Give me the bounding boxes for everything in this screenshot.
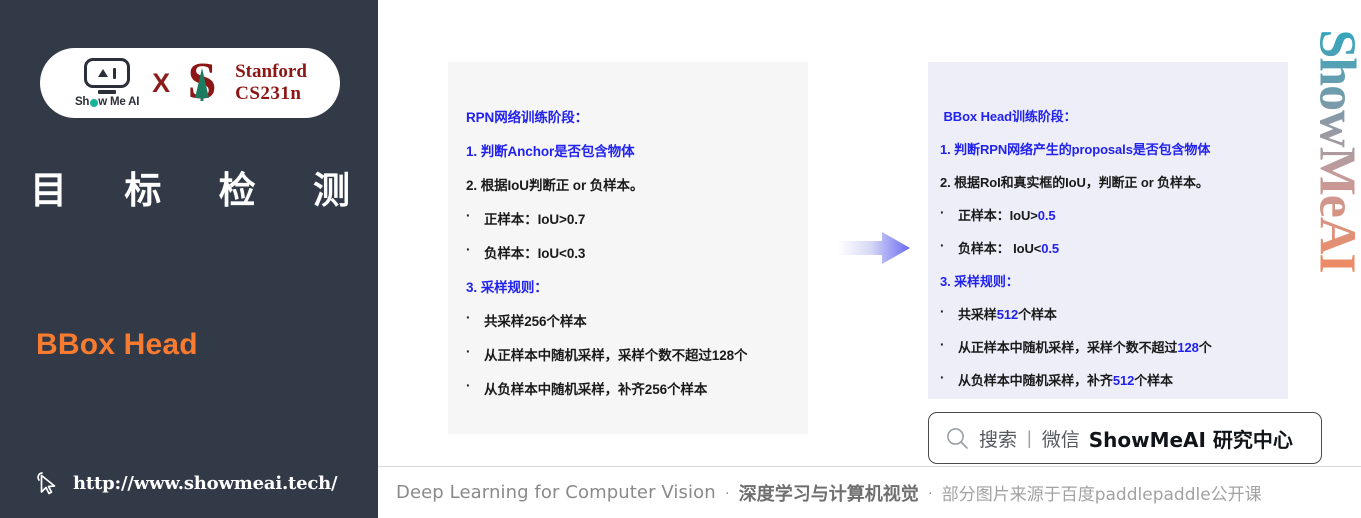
bbox-item-5: 3. 采样规则： bbox=[940, 271, 1278, 290]
search-separator: | bbox=[1027, 427, 1032, 448]
website-url-text: http://www.showmeai.tech/ bbox=[73, 472, 338, 494]
stanford-tree-icon: S bbox=[187, 53, 217, 110]
slide-root: Sh w Me AI X S Stanford CS231n 目 标 检 测 B… bbox=[0, 0, 1361, 518]
page-title: 目 标 检 测 bbox=[30, 160, 350, 214]
bbox-item-8: · 从负样本中随机采样，补齐512个样本 bbox=[940, 370, 1278, 389]
footer-course-cn: 深度学习与计算机视觉 bbox=[738, 483, 919, 505]
bbox-item-6-text: 共采样 bbox=[958, 307, 997, 322]
footer-source-note: 部分图片来源于百度paddlepaddle公开课 bbox=[941, 485, 1262, 505]
showmeai-logo: Sh w Me AI bbox=[73, 58, 141, 108]
stanford-line-2: CS231n bbox=[235, 83, 302, 104]
showmeai-watermark-text: ShowMeAI bbox=[1313, 29, 1361, 272]
bbox-item-7-text: 从正样本中随机采样，采样个数不超过 bbox=[958, 340, 1178, 355]
bbox-item-8-suffix: 个样本 bbox=[1134, 373, 1173, 388]
showmeai-badge-stand bbox=[98, 90, 117, 94]
rpn-item-8-text: 从负样本中随机采样，补齐256个样本 bbox=[484, 382, 708, 397]
bbox-item-8-value: 512 bbox=[1112, 373, 1135, 388]
rpn-item-7: · 从正样本中随机采样，采样个数不超过128个 bbox=[466, 344, 790, 364]
footer-dot-2: · bbox=[927, 484, 933, 501]
bbox-item-8-text: 从负样本中随机采样，补齐 bbox=[958, 373, 1113, 388]
bbox-item-4-text: 负样本： IoU< bbox=[958, 241, 1042, 256]
bullet-dot-icon: · bbox=[466, 310, 471, 325]
rpn-item-5: 3. 采样规则： bbox=[466, 276, 790, 296]
rpn-item-4: · 负样本：IoU<0.3 bbox=[466, 242, 790, 262]
showmeai-logo-label: Sh w Me AI bbox=[74, 95, 140, 108]
flow-arrow-right-icon bbox=[838, 232, 910, 264]
main-content: RPN网络训练阶段： 1. 判断Anchor是否包含物体 2. 根据IoU判断正… bbox=[378, 0, 1361, 518]
rpn-item-2: 2. 根据IoU判断正 or 负样本。 bbox=[466, 174, 790, 194]
bbox-item-1-text: 1. 判断RPN网络产生的proposals是否包含物体 bbox=[940, 142, 1211, 157]
cursor-arrow-icon bbox=[37, 472, 56, 495]
bullet-dot-icon: · bbox=[466, 344, 471, 359]
bbox-item-6: · 共采样512个样本 bbox=[940, 304, 1278, 323]
title-char-3: 测 bbox=[312, 169, 350, 212]
bullet-dot-icon: · bbox=[940, 238, 945, 253]
rpn-item-6-text: 共采样256个样本 bbox=[484, 314, 587, 329]
bbox-item-6-value: 512 bbox=[996, 307, 1019, 322]
bbox-item-4: · 负样本： IoU<0.5 bbox=[940, 238, 1278, 257]
bbox-item-2: 2. 根据RoI和真实框的IoU，判断正 or 负样本。 bbox=[940, 172, 1278, 191]
bbox-head-training-panel: BBox Head训练阶段： 1. 判断RPN网络产生的proposals是否包… bbox=[928, 62, 1288, 399]
rpn-item-1: 1. 判断Anchor是否包含物体 bbox=[466, 140, 790, 160]
rpn-item-2-text: 2. 根据IoU判断正 or 负样本。 bbox=[466, 178, 644, 193]
bullet-dot-icon: · bbox=[940, 370, 945, 385]
bbox-item-3: · 正样本：IoU>0.5 bbox=[940, 205, 1278, 224]
stanford-logo-label: Stanford CS231n bbox=[235, 61, 307, 105]
sidebar: Sh w Me AI X S Stanford CS231n 目 标 检 测 B… bbox=[0, 0, 378, 518]
rpn-item-8: · 从负样本中随机采样，补齐256个样本 bbox=[466, 378, 790, 398]
bbox-item-2-text: 2. 根据RoI和真实框的IoU，判断正 or 负样本。 bbox=[940, 175, 1209, 190]
footer-course-en: Deep Learning for Computer Vision bbox=[396, 482, 716, 503]
bbox-item-5-text: 3. 采样规则： bbox=[940, 274, 1019, 289]
bullet-dot-icon: · bbox=[466, 208, 471, 223]
bbox-panel-heading: BBox Head训练阶段： bbox=[940, 106, 1278, 125]
page-subtitle: BBox Head bbox=[36, 328, 198, 361]
bbox-item-7: · 从正样本中随机采样，采样个数不超过128个 bbox=[940, 337, 1278, 356]
magnifier-icon bbox=[947, 427, 968, 449]
bullet-dot-icon: · bbox=[466, 378, 471, 393]
search-brand-name: ShowMeAI 研究中心 bbox=[1088, 427, 1293, 452]
search-placeholder: 搜索 bbox=[979, 428, 1018, 451]
bbox-heading-prefix: BBox Head bbox=[943, 109, 1013, 124]
rpn-heading-rest: 网络训练阶段： bbox=[494, 110, 589, 125]
bbox-item-7-suffix: 个 bbox=[1198, 340, 1212, 355]
rpn-item-5-text: 3. 采样规则： bbox=[466, 280, 548, 295]
bbox-item-7-value: 128 bbox=[1177, 340, 1199, 355]
wechat-search-banner[interactable]: 搜索 | 微信 ShowMeAI 研究中心 bbox=[928, 412, 1322, 464]
footer-bar: Deep Learning for Computer Vision · 深度学习… bbox=[378, 466, 1361, 518]
showmeai-badge-icon bbox=[84, 58, 131, 89]
logo-x-separator: X bbox=[152, 67, 171, 98]
bullet-dot-icon: · bbox=[466, 242, 471, 257]
rpn-item-1-text: 1. 判断Anchor是否包含物体 bbox=[466, 144, 635, 159]
title-char-0: 目 bbox=[30, 169, 67, 212]
rpn-item-4-text: 负样本：IoU<0.3 bbox=[484, 246, 586, 261]
bullet-dot-icon: · bbox=[940, 337, 945, 352]
rpn-item-7-text: 从正样本中随机采样，采样个数不超过128个 bbox=[484, 348, 748, 363]
bbox-item-6-suffix: 个样本 bbox=[1018, 307, 1057, 322]
title-char-1: 标 bbox=[124, 169, 162, 212]
bbox-item-3-text: 正样本：IoU> bbox=[958, 208, 1038, 223]
rpn-heading-prefix: RPN bbox=[466, 110, 495, 125]
bbox-heading-rest: 训练阶段： bbox=[1011, 109, 1077, 124]
rpn-panel-heading: RPN网络训练阶段： bbox=[466, 106, 790, 126]
search-channel: 微信 bbox=[1041, 428, 1080, 451]
bullet-dot-icon: · bbox=[940, 304, 945, 319]
rpn-item-3-text: 正样本：IoU>0.7 bbox=[484, 212, 586, 227]
showmeai-watermark: ShowMeAI bbox=[1313, 22, 1361, 280]
title-char-2: 检 bbox=[218, 169, 256, 212]
footer-dot-1: · bbox=[724, 484, 730, 501]
rpn-training-panel: RPN网络训练阶段： 1. 判断Anchor是否包含物体 2. 根据IoU判断正… bbox=[448, 62, 808, 434]
bullet-dot-icon: · bbox=[940, 205, 945, 220]
bbox-item-3-value: 0.5 bbox=[1037, 208, 1056, 223]
rpn-item-6: · 共采样256个样本 bbox=[466, 310, 790, 330]
rpn-item-3: · 正样本：IoU>0.7 bbox=[466, 208, 790, 228]
brand-logo-pill: Sh w Me AI X S Stanford CS231n bbox=[40, 48, 340, 118]
stanford-line-1: Stanford bbox=[235, 61, 307, 83]
showmeai-o-dot-icon bbox=[89, 98, 98, 107]
bbox-item-4-value: 0.5 bbox=[1041, 241, 1060, 256]
bbox-item-1: 1. 判断RPN网络产生的proposals是否包含物体 bbox=[940, 139, 1278, 158]
website-link[interactable]: http://www.showmeai.tech/ bbox=[33, 468, 338, 498]
